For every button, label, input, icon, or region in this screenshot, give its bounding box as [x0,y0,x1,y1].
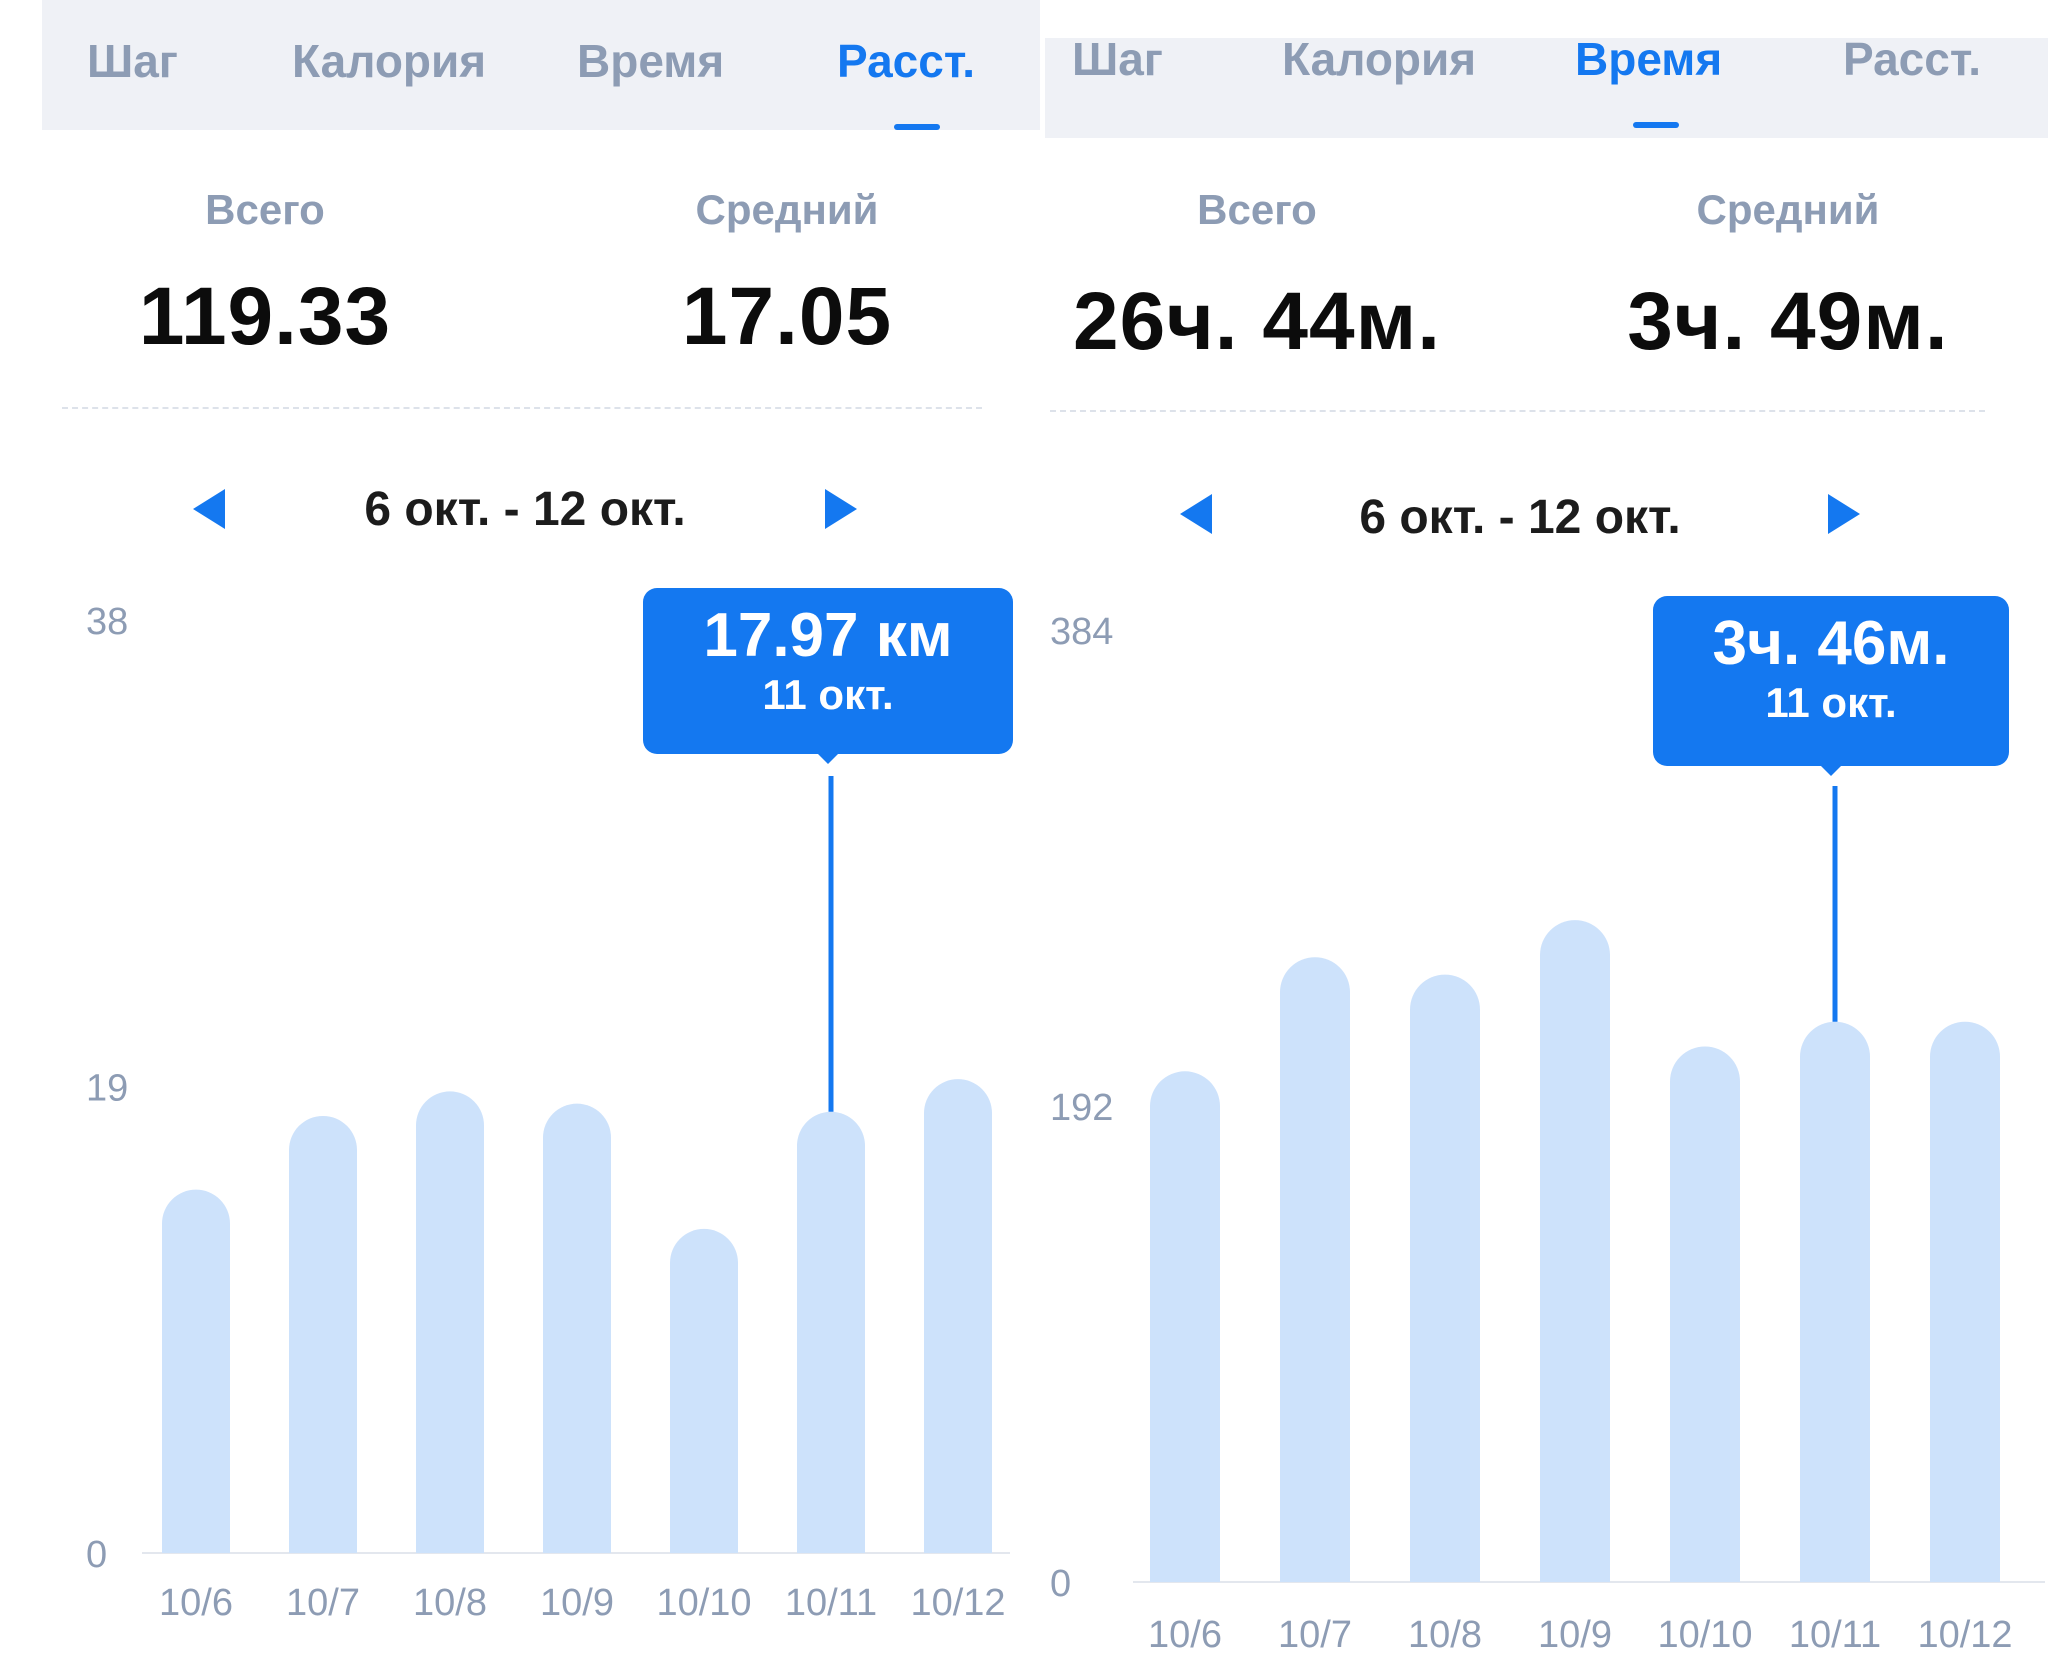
x-tick-label: 10/8 [1408,1614,1482,1656]
y-tick-label: 192 [1050,1087,1113,1129]
x-tick-label: 10/7 [1278,1614,1352,1656]
y-tick-label: 19 [86,1068,128,1110]
y-tick-label: 0 [86,1534,107,1576]
x-tick-label: 10/11 [785,1582,877,1624]
selected-bar-tooltip: 3ч. 46м. 11 окт. [1653,596,2009,776]
x-tick-label: 10/9 [1538,1614,1612,1656]
tooltip-pointer [818,754,838,764]
bar[interactable] [289,1115,357,1553]
bar[interactable] [924,1079,992,1553]
bar[interactable] [1150,1071,1220,1582]
x-tick-label: 10/11 [1789,1614,1881,1656]
bar[interactable] [1930,1021,2000,1582]
x-tick-label: 10/12 [910,1582,1005,1624]
y-tick-label: 384 [1050,611,1113,653]
bar[interactable] [1800,1021,1870,1582]
bar[interactable] [1540,920,1610,1582]
x-tick-label: 10/9 [540,1582,614,1624]
time-bar-chart: 0 192 384 10/6 10/7 10/8 10/9 10/10 10/11 10/12 [1050,611,2045,1656]
bar[interactable] [416,1091,484,1553]
bar[interactable] [162,1189,230,1553]
distance-bar-chart: 0 19 38 10/6 10/7 10/8 10/9 10/10 10/11 10/12 [86,601,1010,1624]
x-tick-label: 10/10 [656,1582,751,1624]
x-tick-label: 10/7 [286,1582,360,1624]
tooltip-date: 11 окт. [1765,679,1897,727]
x-tick-label: 10/6 [159,1582,233,1624]
x-tick-label: 10/8 [413,1582,487,1624]
bar[interactable] [797,1111,865,1553]
x-tick-label: 10/12 [1917,1614,2012,1656]
tooltip-date: 11 окт. [762,671,894,719]
bar[interactable] [1410,974,1480,1582]
y-tick-label: 38 [86,601,128,643]
x-tick-label: 10/10 [1657,1614,1752,1656]
tooltip-value: 3ч. 46м. [1712,609,1950,678]
bar[interactable] [670,1228,738,1553]
bar[interactable] [1670,1046,1740,1583]
tooltip-pointer [1821,766,1841,776]
distance-panel: Шаг Калория Время Расст. Всего 119.33 Ср… [0,0,1045,1675]
bar[interactable] [543,1103,611,1553]
selected-bar-tooltip: 17.97 км 11 окт. [643,588,1013,764]
x-tick-label: 10/6 [1148,1614,1222,1656]
tooltip-value: 17.97 км [703,601,953,670]
bar[interactable] [1280,957,1350,1582]
y-tick-label: 0 [1050,1563,1071,1605]
time-panel: Шаг Калория Время Расст. Всего 26ч. 44м.… [1045,0,2048,1675]
